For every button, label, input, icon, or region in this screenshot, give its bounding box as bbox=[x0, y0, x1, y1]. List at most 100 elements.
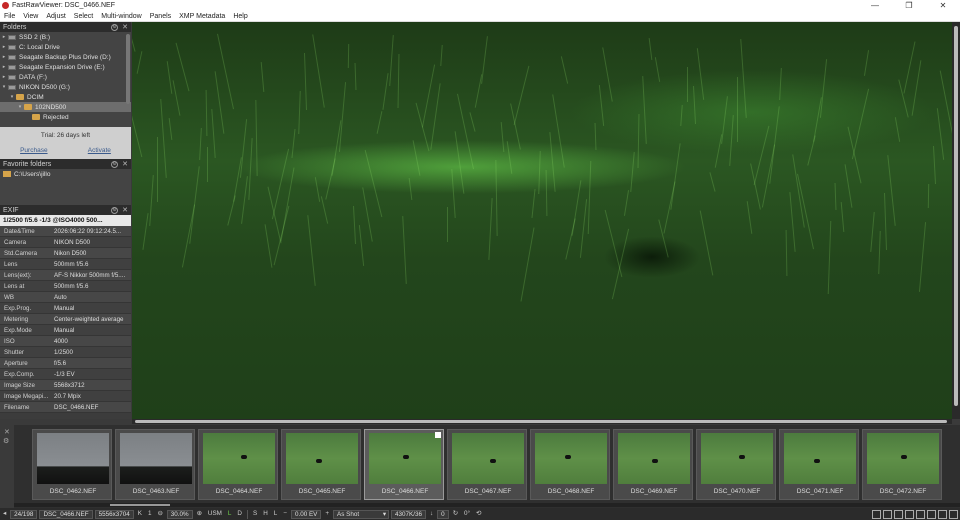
filmstrip-thumbnail[interactable]: DSC_0465.NEF bbox=[281, 429, 361, 500]
filmstrip-scrollbar[interactable] bbox=[14, 503, 960, 507]
exposure-value[interactable]: 0.00 EV bbox=[290, 509, 322, 519]
filmstrip-thumbnail[interactable]: DSC_0464.NEF bbox=[198, 429, 278, 500]
l2-button[interactable]: L bbox=[271, 510, 281, 519]
exif-key: Aperture bbox=[4, 360, 28, 367]
zoom-in-icon[interactable]: ⊕ bbox=[194, 510, 205, 519]
exif-value: 500mm f/5.6 bbox=[54, 283, 89, 290]
single-view-icon[interactable] bbox=[872, 509, 881, 519]
expand-right-icon[interactable]: ▸ bbox=[0, 64, 8, 70]
filmstrip-thumbnail[interactable]: DSC_0472.NEF bbox=[862, 429, 942, 500]
l-button[interactable]: L bbox=[225, 510, 235, 519]
folder-tree-item[interactable]: ▾ 102ND500 bbox=[0, 102, 131, 112]
zoom-level[interactable]: 30.0% bbox=[166, 509, 193, 519]
menu-xmp-metadata[interactable]: XMP Metadata bbox=[175, 13, 229, 20]
vertical-scrollbar[interactable] bbox=[952, 22, 960, 419]
maximize-button[interactable]: ❐ bbox=[892, 1, 926, 10]
close-icon[interactable]: ✕ bbox=[122, 207, 128, 214]
folder-tree-item[interactable]: ▾ DCIM bbox=[0, 92, 131, 102]
filmstrip-thumbnail[interactable]: DSC_0462.NEF bbox=[32, 429, 112, 500]
expand-down-icon[interactable]: ▾ bbox=[16, 104, 24, 110]
menu-select[interactable]: Select bbox=[70, 13, 97, 20]
filmstrip-thumbnail[interactable]: DSC_0466.NEF bbox=[364, 429, 444, 500]
expand-down-icon[interactable]: ▾ bbox=[8, 94, 16, 100]
grid-view-icon[interactable] bbox=[883, 509, 892, 519]
close-icon[interactable]: ✕ bbox=[4, 428, 10, 436]
folder-tree-item[interactable]: ▾ NIKON D500 (G:) bbox=[0, 82, 131, 92]
rating-arrow-icon[interactable]: ↓ bbox=[427, 510, 436, 519]
s-button[interactable]: S bbox=[250, 510, 260, 519]
white-balance-select[interactable]: As Shot ▾ bbox=[333, 509, 390, 519]
menu-multi-window[interactable]: Multi-window bbox=[97, 13, 145, 20]
exif-row: Std.Camera Nikon D500 bbox=[0, 248, 131, 259]
menu-adjust[interactable]: Adjust bbox=[42, 13, 69, 20]
folder-tree-item[interactable]: Rejected bbox=[0, 112, 131, 122]
d-button[interactable]: D bbox=[234, 510, 245, 519]
expand-right-icon[interactable]: ▸ bbox=[0, 54, 8, 60]
exif-key: Image Megapi... bbox=[4, 393, 49, 400]
k-button[interactable]: K bbox=[135, 510, 145, 519]
grass-texture bbox=[347, 43, 350, 69]
expand-right-icon[interactable]: ▸ bbox=[0, 74, 8, 80]
exif-summary: 1/2500 f/5.6 -1/3 @ISO4000 500... bbox=[0, 215, 131, 226]
rotate-icon[interactable]: ↻ bbox=[450, 510, 461, 519]
h-button[interactable]: H bbox=[260, 510, 271, 519]
prev-image-icon[interactable]: ◂ bbox=[0, 510, 9, 519]
menu-view[interactable]: View bbox=[19, 13, 42, 20]
exif-row: Lens 500mm f/5.6 bbox=[0, 259, 131, 270]
grass-texture bbox=[594, 122, 597, 151]
filmstrip-thumbnail[interactable]: DSC_0471.NEF bbox=[779, 429, 859, 500]
ev-minus-button[interactable]: − bbox=[280, 510, 290, 519]
folder-tree-item[interactable]: ▸ C: Local Drive bbox=[0, 42, 131, 52]
folder-tree-item[interactable]: ▸ SSD 2 (B:) bbox=[0, 32, 131, 42]
folder-tree-scrollbar[interactable] bbox=[126, 34, 130, 104]
grass-texture bbox=[267, 186, 282, 244]
purchase-link[interactable]: Purchase bbox=[20, 147, 47, 154]
one-to-one-button[interactable]: 1 bbox=[145, 510, 155, 519]
menu-help[interactable]: Help bbox=[229, 13, 251, 20]
filmstrip-thumbnail[interactable]: DSC_0468.NEF bbox=[530, 429, 610, 500]
settings-icon[interactable]: ⚙ bbox=[111, 23, 119, 31]
image-position[interactable]: 24/198 bbox=[10, 509, 38, 519]
settings-icon[interactable]: ⚙ bbox=[111, 160, 119, 168]
horizontal-scrollbar-thumb[interactable] bbox=[135, 420, 947, 423]
filmstrip-thumbnail[interactable]: DSC_0469.NEF bbox=[613, 429, 693, 500]
settings-icon[interactable] bbox=[949, 509, 958, 519]
dense-grid-icon[interactable] bbox=[905, 509, 914, 519]
close-icon[interactable]: ✕ bbox=[122, 161, 128, 168]
settings-icon[interactable]: ⚙ bbox=[111, 206, 119, 214]
close-icon[interactable]: ✕ bbox=[122, 24, 128, 31]
settings-icon[interactable]: ⚙ bbox=[3, 437, 9, 445]
activate-link[interactable]: Activate bbox=[88, 147, 111, 154]
folder-tree-item[interactable]: ▸ Seagate Backup Plus Drive (D:) bbox=[0, 52, 131, 62]
filmstrip-thumbnail[interactable]: DSC_0470.NEF bbox=[696, 429, 776, 500]
vertical-scrollbar-thumb[interactable] bbox=[954, 26, 958, 406]
usm-button[interactable]: USM bbox=[205, 510, 225, 519]
filmstrip-thumbnail[interactable]: DSC_0463.NEF bbox=[115, 429, 195, 500]
folder-tree-item[interactable]: ▸ Seagate Expansion Drive (E:) bbox=[0, 62, 131, 72]
filmstrip-scrollbar-thumb[interactable] bbox=[110, 504, 170, 506]
horizontal-scrollbar[interactable] bbox=[132, 419, 952, 424]
folder-tree-item[interactable]: ▸ DATA (F:) bbox=[0, 72, 131, 82]
rating-value[interactable]: 0 bbox=[437, 509, 449, 519]
main-image-view[interactable] bbox=[132, 22, 952, 419]
minimize-button[interactable]: — bbox=[858, 1, 892, 10]
crop-icon[interactable]: ⟲ bbox=[473, 510, 484, 519]
filmstrip-thumbnail[interactable]: DSC_0467.NEF bbox=[447, 429, 527, 500]
grass-texture bbox=[325, 158, 336, 200]
favorite-item[interactable]: C:\Users\jillo bbox=[0, 169, 131, 179]
fullscreen-icon[interactable] bbox=[938, 509, 947, 519]
expand-down-icon[interactable]: ▾ bbox=[0, 84, 8, 90]
grass-texture bbox=[545, 169, 548, 217]
expand-right-icon[interactable]: ▸ bbox=[0, 34, 8, 40]
zoom-out-icon[interactable]: ⊖ bbox=[154, 510, 165, 519]
ev-plus-button[interactable]: + bbox=[322, 510, 332, 519]
menu-panels[interactable]: Panels bbox=[146, 13, 175, 20]
menu-file[interactable]: File bbox=[0, 13, 19, 20]
panels-icon[interactable] bbox=[927, 509, 936, 519]
close-button[interactable]: ✕ bbox=[926, 1, 960, 10]
grass-texture bbox=[737, 77, 738, 142]
filmstrip-view-icon[interactable] bbox=[916, 509, 925, 519]
selection-flag-icon[interactable] bbox=[435, 432, 441, 438]
compare-view-icon[interactable] bbox=[894, 509, 903, 519]
expand-right-icon[interactable]: ▸ bbox=[0, 44, 8, 50]
